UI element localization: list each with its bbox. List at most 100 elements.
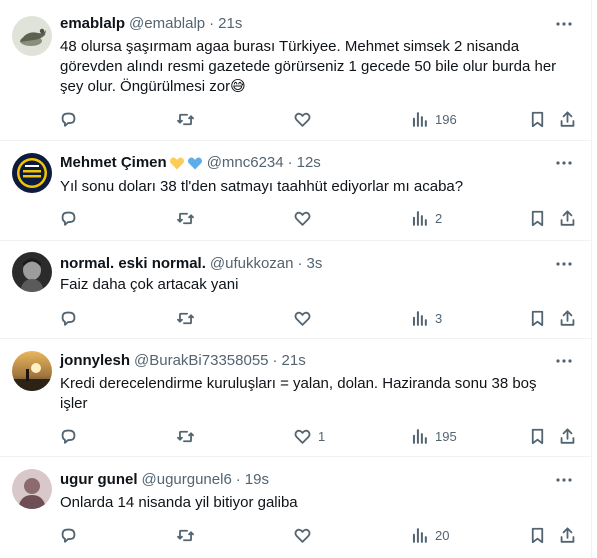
bookmark-button[interactable] <box>528 208 547 228</box>
reply-icon <box>59 427 78 446</box>
like-button[interactable]: 1 <box>293 426 325 446</box>
author-name[interactable]: Mehmet Çimen <box>60 153 167 173</box>
author-handle[interactable]: @ugurgunel6 <box>142 470 232 490</box>
retweet-icon <box>176 209 195 228</box>
avatar[interactable] <box>12 469 52 509</box>
tweet[interactable]: Mehmet Çimen @mnc6234 · 12s Yıl sonu dol… <box>0 141 592 241</box>
bookmark-button[interactable] <box>528 308 547 328</box>
author-name[interactable]: normal. eski normal. <box>60 254 206 274</box>
like-button[interactable] <box>293 525 318 545</box>
tweet-header: ugur gunel @ugurgunel6 · 19s <box>60 470 269 490</box>
reply-button[interactable] <box>59 525 84 545</box>
like-button[interactable] <box>293 208 318 228</box>
reply-button[interactable] <box>59 308 84 328</box>
more-options-button[interactable] <box>554 14 574 34</box>
author-name[interactable]: jonnylesh <box>60 351 130 371</box>
avatar[interactable] <box>12 153 52 193</box>
more-options-button[interactable] <box>554 351 574 371</box>
more-horizontal-icon <box>556 478 572 482</box>
views-button[interactable]: 196 <box>410 109 457 129</box>
separator-dot: · <box>235 471 241 488</box>
retweet-button[interactable] <box>176 525 201 545</box>
views-button[interactable]: 2 <box>410 208 442 228</box>
timestamp[interactable]: 21s <box>282 351 306 371</box>
timestamp[interactable]: 3s <box>307 254 323 274</box>
like-button[interactable] <box>293 308 318 328</box>
views-chart-icon <box>410 427 429 446</box>
reply-icon <box>59 309 78 328</box>
tweet-header: Mehmet Çimen @mnc6234 · 12s <box>60 153 321 173</box>
avatar[interactable] <box>12 252 52 292</box>
tweet-text: Faiz daha çok artacak yani <box>60 276 239 293</box>
bookmark-button[interactable] <box>528 525 547 545</box>
share-button[interactable] <box>558 426 577 446</box>
timestamp[interactable]: 19s <box>245 470 269 490</box>
tweet-header: jonnylesh @BurakBi73358055 · 21s <box>60 351 306 371</box>
views-chart-icon <box>410 526 429 545</box>
tweet-actions: 2 <box>0 208 592 228</box>
tweet-text: 48 olursa şaşırmam agaa burası Türkiyee.… <box>60 38 557 95</box>
reply-button[interactable] <box>59 109 84 129</box>
author-name[interactable]: ugur gunel <box>60 470 138 490</box>
tweet[interactable]: normal. eski normal. @ufukkozan · 3s Fai… <box>0 241 592 339</box>
author-name[interactable]: emablalp <box>60 14 125 34</box>
share-icon <box>558 110 577 129</box>
reply-icon <box>59 526 78 545</box>
retweet-icon <box>176 110 195 129</box>
heart-icon <box>293 110 312 129</box>
more-horizontal-icon <box>556 161 572 165</box>
share-button[interactable] <box>558 308 577 328</box>
more-options-button[interactable] <box>554 153 574 173</box>
reply-button[interactable] <box>59 208 84 228</box>
retweet-button[interactable] <box>176 308 201 328</box>
retweet-button[interactable] <box>176 109 201 129</box>
avatar[interactable] <box>12 16 52 56</box>
views-button[interactable]: 20 <box>410 525 449 545</box>
more-horizontal-icon <box>556 22 572 26</box>
tweet[interactable]: jonnylesh @BurakBi73358055 · 21s Kredi d… <box>0 339 592 457</box>
retweet-button[interactable] <box>176 426 201 446</box>
share-icon <box>558 427 577 446</box>
separator-dot: · <box>287 154 293 171</box>
tweet-actions: 20 <box>0 525 592 545</box>
tweet-text: Yıl sonu doları 38 tl'den satmayı taahhü… <box>60 178 464 195</box>
tweet[interactable]: emablalp @emablalp · 21s 48 olursa şaşır… <box>0 0 592 141</box>
bookmark-button[interactable] <box>528 426 547 446</box>
views-chart-icon <box>410 110 429 129</box>
bookmark-button[interactable] <box>528 109 547 129</box>
share-button[interactable] <box>558 208 577 228</box>
yellow-heart-icon <box>169 157 184 170</box>
like-count: 1 <box>318 428 326 444</box>
views-button[interactable]: 3 <box>410 308 442 328</box>
blue-heart-icon <box>187 157 202 170</box>
views-button[interactable]: 195 <box>410 426 457 446</box>
separator-dot: · <box>297 255 303 272</box>
retweet-button[interactable] <box>176 208 201 228</box>
heart-icon <box>293 209 312 228</box>
bookmark-icon <box>528 427 547 446</box>
share-button[interactable] <box>558 109 577 129</box>
timestamp[interactable]: 21s <box>218 14 242 34</box>
bookmark-icon <box>528 526 547 545</box>
tweet-actions: 1 195 <box>0 426 592 446</box>
tweet-text: Kredi derecelendirme kuruluşları = yalan… <box>60 375 537 412</box>
tweet[interactable]: ugur gunel @ugurgunel6 · 19s Onlarda 14 … <box>0 457 592 558</box>
like-button[interactable] <box>293 109 318 129</box>
more-options-button[interactable] <box>554 254 574 274</box>
tweet-text: Onlarda 14 nisanda yil bitiyor galiba <box>60 494 298 511</box>
bookmark-icon <box>528 110 547 129</box>
author-handle[interactable]: @BurakBi73358055 <box>134 351 269 371</box>
author-handle[interactable]: @ufukkozan <box>210 254 294 274</box>
separator-dot: · <box>209 15 215 32</box>
more-options-button[interactable] <box>554 470 574 490</box>
avatar[interactable] <box>12 351 52 391</box>
views-count: 196 <box>435 111 457 127</box>
bookmark-icon <box>528 209 547 228</box>
share-button[interactable] <box>558 525 577 545</box>
reply-button[interactable] <box>59 426 84 446</box>
timeline: emablalp @emablalp · 21s 48 olursa şaşır… <box>0 0 592 558</box>
author-handle[interactable]: @emablalp <box>129 14 205 34</box>
views-chart-icon <box>410 309 429 328</box>
author-handle[interactable]: @mnc6234 <box>207 153 284 173</box>
timestamp[interactable]: 12s <box>297 153 321 173</box>
